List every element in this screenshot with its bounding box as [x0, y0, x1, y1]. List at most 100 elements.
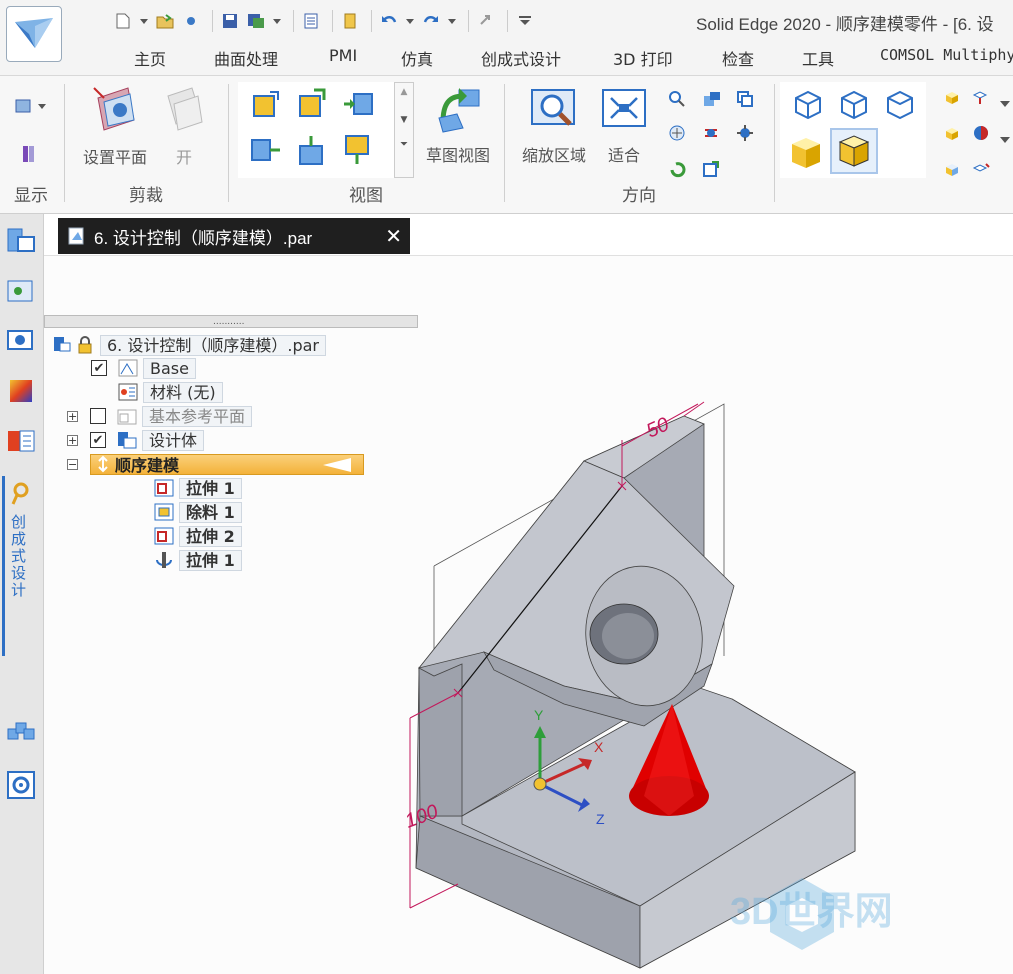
zoom-window-icon[interactable] — [702, 90, 722, 112]
pathfinder-splitter[interactable]: ........... — [44, 315, 418, 328]
window-title: Solid Edge 2020 - 顺序建模零件 - [6. 设 — [696, 15, 994, 34]
shaded-style-icon[interactable] — [786, 132, 826, 176]
expand-toggle[interactable]: + — [67, 434, 78, 446]
zoom-icon[interactable] — [668, 90, 686, 112]
splitter-grip[interactable]: ........... — [213, 317, 244, 327]
root-label: 6. 设计控制（顺序建模）.par — [100, 334, 326, 356]
rollback-arrow-icon[interactable] — [323, 457, 351, 472]
tree-item-ordered[interactable]: − 顺序建模 — [67, 453, 364, 475]
watermark-text: 3D世界网 — [730, 891, 893, 933]
shadows-icon[interactable] — [944, 126, 960, 146]
look-at-icon[interactable] — [736, 124, 754, 146]
document-tab-title: 6. 设计控制（顺序建模）.par — [94, 228, 313, 248]
open-clip-button[interactable]: 开 — [162, 84, 206, 168]
set-plane-icon — [93, 87, 135, 131]
search-icon[interactable] — [180, 10, 202, 32]
axes-display-icon[interactable] — [972, 90, 990, 110]
close-icon[interactable]: ✕ — [385, 224, 402, 249]
pathfinder-tab-icon[interactable] — [4, 224, 38, 258]
menu-tab-bar: 主页 曲面处理 PMI 仿真 创成式设计 3D 打印 检查 工具 COMSOL … — [0, 46, 1013, 72]
undo-icon[interactable] — [378, 10, 400, 32]
dropdown-arrow-icon[interactable] — [1000, 92, 1010, 111]
tree-feature-extrude-2[interactable]: 拉伸 2 — [153, 525, 242, 547]
feature-library-tab-icon[interactable] — [4, 424, 38, 458]
dropdown-arrow-icon[interactable] — [404, 10, 416, 32]
copy-view-icon[interactable] — [736, 90, 754, 112]
visible-edges-style-icon[interactable] — [882, 88, 916, 126]
tab-pmi[interactable]: PMI — [329, 46, 357, 65]
rotate-icon[interactable] — [668, 160, 686, 182]
document-tab[interactable]: 6. 设计控制（顺序建模）.par ✕ — [58, 218, 410, 254]
tree-feature-revolve-1[interactable]: 拉伸 1 — [153, 549, 242, 571]
tab-generative-design[interactable]: 创成式设计 — [481, 46, 561, 70]
lighting-icon[interactable] — [972, 124, 990, 146]
reflections-icon[interactable] — [944, 162, 960, 182]
tab-simulation[interactable]: 仿真 — [401, 46, 433, 70]
visible-hidden-style-icon[interactable] — [836, 88, 870, 126]
save-icon[interactable] — [219, 10, 241, 32]
view-back-icon[interactable] — [342, 134, 374, 170]
base-planes-checkbox[interactable] — [90, 408, 106, 424]
zoom-area-button[interactable]: 缩放区域 — [516, 86, 592, 166]
open-file-icon[interactable] — [154, 10, 176, 32]
set-plane-button[interactable]: 设置平面 — [78, 84, 152, 168]
wireframe-style-icon[interactable] — [790, 88, 824, 126]
notes-icon[interactable] — [339, 10, 361, 32]
tree-item-base[interactable]: ✔ Base — [91, 357, 196, 379]
settings-tab-icon[interactable] — [4, 768, 38, 802]
sketch-view-button[interactable]: 草图视图 — [418, 82, 498, 166]
collapse-toggle[interactable]: − — [67, 458, 78, 470]
dropdown-arrow-icon[interactable] — [446, 10, 458, 32]
open-clip-icon — [167, 87, 203, 131]
save-as-icon[interactable] — [245, 10, 267, 32]
tree-item-material[interactable]: 材料 (无) — [117, 381, 223, 403]
tab-tools[interactable]: 工具 — [802, 46, 834, 70]
spin-icon[interactable] — [702, 124, 720, 146]
ordered-icon — [98, 455, 108, 473]
ordered-highlight-bar[interactable]: 顺序建模 — [90, 453, 364, 475]
tree-feature-cut-1[interactable]: 除料 1 — [153, 501, 242, 523]
view-bottom-icon[interactable] — [296, 134, 328, 170]
dropdown-arrow-icon[interactable] — [138, 10, 150, 32]
coordinate-system-icon — [118, 359, 138, 377]
tab-home[interactable]: 主页 — [134, 46, 166, 70]
view-left-icon[interactable] — [250, 134, 282, 170]
design-body-checkbox[interactable]: ✔ — [90, 432, 106, 448]
assembly-tab-icon[interactable] — [4, 714, 38, 748]
pathfinder-root[interactable]: 6. 设计控制（顺序建模）.par — [52, 334, 326, 356]
dropdown-arrow-icon[interactable] — [1000, 128, 1010, 147]
redo-icon[interactable] — [420, 10, 442, 32]
part-icon — [54, 337, 71, 352]
tab-3d-print[interactable]: 3D 打印 — [613, 46, 673, 70]
view-orient-icon[interactable] — [702, 160, 720, 182]
tree-item-base-planes[interactable]: + 基本参考平面 — [67, 405, 253, 427]
tree-feature-extrude-1[interactable]: 拉伸 1 — [153, 477, 242, 499]
color-manager-tab-icon[interactable] — [4, 374, 38, 408]
properties-icon[interactable] — [300, 10, 322, 32]
design-body-icon — [118, 432, 137, 449]
clip-display-icon[interactable] — [20, 144, 38, 168]
sensors-tab-icon[interactable] — [4, 324, 38, 358]
tab-comsol[interactable]: COMSOL Multiphy — [880, 46, 1013, 64]
expand-toggle[interactable]: + — [67, 410, 78, 422]
shaded-edges-style-icon[interactable] — [830, 128, 878, 174]
tab-surfacing[interactable]: 曲面处理 — [214, 46, 278, 70]
perspective-icon[interactable] — [972, 162, 990, 182]
tab-inspect[interactable]: 检查 — [722, 46, 754, 70]
view-top-icon[interactable] — [296, 88, 328, 124]
new-file-icon[interactable] — [112, 10, 134, 32]
customize-qat-icon[interactable] — [514, 10, 536, 32]
display-mode-icon[interactable] — [14, 98, 48, 118]
base-checkbox[interactable]: ✔ — [91, 360, 107, 376]
view-gallery-scroll[interactable]: ▲ ▼ ⏷ — [394, 82, 414, 178]
generative-design-icon — [11, 482, 33, 510]
fit-button[interactable]: 适合 — [600, 86, 648, 166]
repeat-icon[interactable] — [475, 10, 497, 32]
view-front-icon[interactable] — [250, 88, 282, 124]
view-style-icon[interactable] — [944, 90, 960, 110]
dropdown-arrow-icon[interactable] — [271, 10, 283, 32]
view-right-icon[interactable] — [342, 88, 374, 124]
layers-tab-icon[interactable] — [4, 274, 38, 308]
tree-item-design-body[interactable]: + ✔ 设计体 — [67, 429, 205, 451]
pan-icon[interactable] — [668, 124, 686, 146]
